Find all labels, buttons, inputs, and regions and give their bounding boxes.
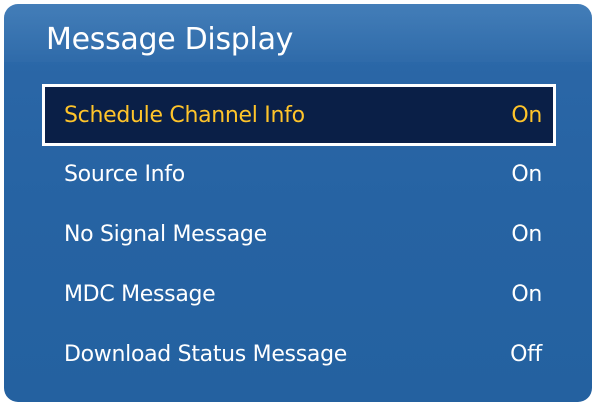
menu-item-value: Off <box>510 341 542 367</box>
menu-item-label: No Signal Message <box>64 221 267 247</box>
menu-item-label: Source Info <box>64 161 185 187</box>
menu-item-download-status-message[interactable]: Download Status Message Off <box>42 324 556 384</box>
menu-item-value: On <box>511 102 542 128</box>
menu-item-label: Download Status Message <box>64 341 347 367</box>
menu-item-no-signal-message[interactable]: No Signal Message On <box>42 204 556 264</box>
menu-item-mdc-message[interactable]: MDC Message On <box>42 264 556 324</box>
page-title: Message Display <box>46 22 294 57</box>
menu-item-value: On <box>511 281 542 307</box>
message-display-panel: Message Display Schedule Channel Info On… <box>4 4 592 402</box>
menu-item-label: Schedule Channel Info <box>64 102 305 128</box>
menu-item-schedule-channel-info[interactable]: Schedule Channel Info On <box>42 84 556 146</box>
menu-item-value: On <box>511 161 542 187</box>
menu-item-label: MDC Message <box>64 281 216 307</box>
menu-item-source-info[interactable]: Source Info On <box>42 144 556 204</box>
message-display-menu: Schedule Channel Info On Source Info On … <box>42 84 556 384</box>
menu-item-value: On <box>511 221 542 247</box>
